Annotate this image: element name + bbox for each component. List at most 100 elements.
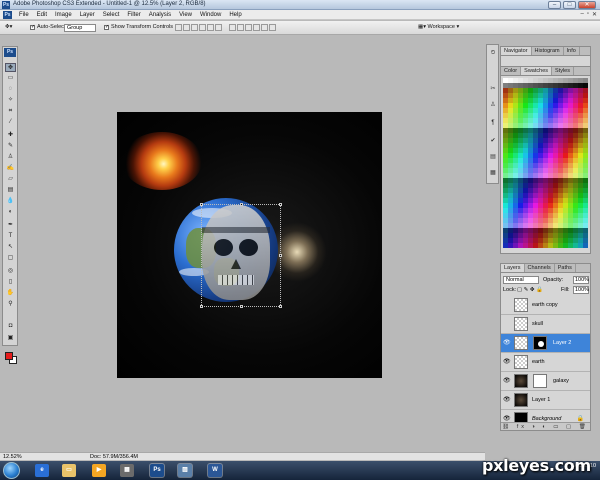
app-icon[interactable]: ▦ bbox=[120, 464, 134, 477]
paragraph-panel-icon[interactable]: ¶ bbox=[489, 119, 497, 127]
eyedropper-tool-icon[interactable]: ⁄ bbox=[5, 118, 16, 127]
media-player-icon[interactable]: ▶ bbox=[92, 464, 106, 477]
align-hcenter-icon[interactable] bbox=[207, 24, 214, 31]
photoshop-taskbar-icon[interactable]: Ps bbox=[150, 464, 164, 477]
transform-handle[interactable] bbox=[279, 305, 282, 308]
eraser-tool-icon[interactable]: ▱ bbox=[5, 175, 16, 184]
workspace-button[interactable]: ▦▾ Workspace ▾ bbox=[418, 24, 459, 30]
tab-navigator[interactable]: Navigator bbox=[501, 47, 532, 55]
pen-tool-icon[interactable]: ✒ bbox=[5, 221, 16, 230]
auto-select-checkbox[interactable]: ✓ bbox=[30, 25, 35, 30]
tab-color[interactable]: Color bbox=[501, 67, 522, 75]
shape-tool-icon[interactable]: ▢ bbox=[5, 254, 16, 263]
word-taskbar-icon[interactable]: W bbox=[208, 464, 222, 477]
menu-view[interactable]: View bbox=[175, 10, 196, 20]
hand-tool-icon[interactable]: ✋ bbox=[5, 289, 16, 298]
history-brush-tool-icon[interactable]: ✍ bbox=[5, 164, 16, 173]
move-tool-icon[interactable]: ✥ bbox=[5, 63, 16, 72]
menu-help[interactable]: Help bbox=[225, 10, 245, 20]
visibility-eye-icon[interactable]: 👁 bbox=[503, 397, 511, 403]
align-top-icon[interactable] bbox=[175, 24, 182, 31]
distribute-hcenter-icon[interactable] bbox=[261, 24, 268, 31]
lasso-tool-icon[interactable]: ◌ bbox=[5, 85, 16, 94]
maximize-button[interactable]: □ bbox=[563, 1, 576, 9]
visibility-empty-icon[interactable] bbox=[503, 321, 509, 327]
align-bottom-icon[interactable] bbox=[191, 24, 198, 31]
history-panel-icon[interactable]: ⏲ bbox=[489, 49, 497, 57]
visibility-eye-icon[interactable]: 👁 bbox=[503, 378, 511, 384]
tab-swatches[interactable]: Swatches bbox=[521, 67, 553, 75]
dodge-tool-icon[interactable]: ◐ bbox=[5, 208, 16, 217]
crop-tool-icon[interactable]: ⌗ bbox=[5, 107, 16, 116]
foreground-color-swatch[interactable] bbox=[5, 352, 13, 360]
transform-handle[interactable] bbox=[200, 203, 203, 206]
healing-brush-tool-icon[interactable]: ✚ bbox=[5, 131, 16, 140]
opacity-field[interactable]: 100% bbox=[573, 276, 589, 284]
quick-mask-icon[interactable]: ◘ bbox=[5, 322, 16, 331]
actions-panel-icon[interactable]: ▦ bbox=[489, 169, 497, 177]
layer-row-layer-1[interactable]: 👁 Layer 1 bbox=[501, 391, 590, 410]
layer-row-earth[interactable]: 👁 earth bbox=[501, 353, 590, 372]
clone-stamp-tool-icon[interactable]: ♙ bbox=[5, 153, 16, 162]
layer-row-skull[interactable]: skull bbox=[501, 315, 590, 334]
layer-row-galaxy[interactable]: 👁 galaxy bbox=[501, 372, 590, 391]
blur-tool-icon[interactable]: 💧 bbox=[5, 197, 16, 206]
menu-select[interactable]: Select bbox=[99, 10, 124, 20]
marquee-tool-icon[interactable]: ▭ bbox=[5, 74, 16, 83]
menu-image[interactable]: Image bbox=[51, 10, 76, 20]
menu-analysis[interactable]: Analysis bbox=[145, 10, 175, 20]
doc-close-icon[interactable]: ✕ bbox=[592, 11, 597, 18]
layer-mask-thumbnail[interactable] bbox=[533, 374, 547, 388]
tab-styles[interactable]: Styles bbox=[552, 67, 574, 75]
tool-presets-panel-icon[interactable]: ✔ bbox=[489, 137, 497, 145]
align-left-icon[interactable] bbox=[199, 24, 206, 31]
notes-tool-icon[interactable]: ▯ bbox=[5, 278, 16, 287]
3d-rotate-tool-icon[interactable]: ◎ bbox=[5, 267, 16, 276]
internet-explorer-icon[interactable]: e bbox=[35, 464, 49, 477]
transform-handle[interactable] bbox=[240, 305, 243, 308]
align-right-icon[interactable] bbox=[215, 24, 222, 31]
close-button[interactable]: ✕ bbox=[578, 1, 596, 9]
brush-tool-icon[interactable]: ✎ bbox=[5, 142, 16, 151]
magic-wand-tool-icon[interactable]: ✧ bbox=[5, 96, 16, 105]
lock-icons[interactable]: ▢ ✎ ✥ 🔒 bbox=[517, 287, 543, 293]
tab-info[interactable]: Info bbox=[564, 47, 580, 55]
type-tool-icon[interactable]: T bbox=[5, 232, 16, 241]
tab-layers[interactable]: Layers bbox=[501, 264, 525, 272]
move-tool-icon[interactable]: ✥▾ bbox=[5, 24, 12, 30]
blend-mode-dropdown[interactable]: Normal bbox=[503, 276, 539, 284]
visibility-eye-icon[interactable]: 👁 bbox=[503, 359, 511, 365]
distribute-right-icon[interactable] bbox=[269, 24, 276, 31]
transform-handle[interactable] bbox=[240, 203, 243, 206]
doc-minimize-icon[interactable]: – bbox=[580, 11, 583, 18]
menu-filter[interactable]: Filter bbox=[123, 10, 144, 20]
layer-mask-thumbnail[interactable] bbox=[533, 336, 547, 350]
fill-field[interactable]: 100% bbox=[573, 286, 589, 294]
layer-row-earth-copy[interactable]: earth copy bbox=[501, 296, 590, 315]
layer-comps-panel-icon[interactable]: ▤ bbox=[489, 153, 497, 161]
path-selection-tool-icon[interactable]: ↖ bbox=[5, 243, 16, 252]
menu-layer[interactable]: Layer bbox=[76, 10, 99, 20]
brushes-panel-icon[interactable]: ✂ bbox=[489, 85, 497, 93]
transform-handle[interactable] bbox=[279, 203, 282, 206]
start-button[interactable] bbox=[3, 462, 20, 479]
transform-handle[interactable] bbox=[279, 254, 282, 257]
screen-mode-icon[interactable]: ▣ bbox=[5, 334, 16, 343]
tab-paths[interactable]: Paths bbox=[555, 264, 576, 272]
zoom-tool-icon[interactable]: ⚲ bbox=[5, 300, 16, 309]
document-canvas[interactable] bbox=[117, 112, 382, 378]
menu-window[interactable]: Window bbox=[196, 10, 225, 20]
align-vcenter-icon[interactable] bbox=[183, 24, 190, 31]
show-transform-checkbox[interactable]: ✓ bbox=[104, 25, 109, 30]
transform-handle[interactable] bbox=[200, 305, 203, 308]
image-viewer-icon[interactable]: ▨ bbox=[178, 464, 192, 477]
auto-select-dropdown[interactable]: Group bbox=[64, 24, 96, 32]
transform-bounding-box[interactable] bbox=[200, 203, 282, 308]
menu-file[interactable]: File bbox=[15, 10, 33, 20]
distribute-left-icon[interactable] bbox=[253, 24, 260, 31]
visibility-eye-icon[interactable]: 👁 bbox=[503, 340, 511, 346]
doc-restore-icon[interactable]: ▫ bbox=[587, 11, 589, 18]
tab-channels[interactable]: Channels bbox=[525, 264, 555, 272]
tab-histogram[interactable]: Histogram bbox=[532, 47, 564, 55]
zoom-level[interactable]: 12.52% bbox=[3, 453, 22, 461]
